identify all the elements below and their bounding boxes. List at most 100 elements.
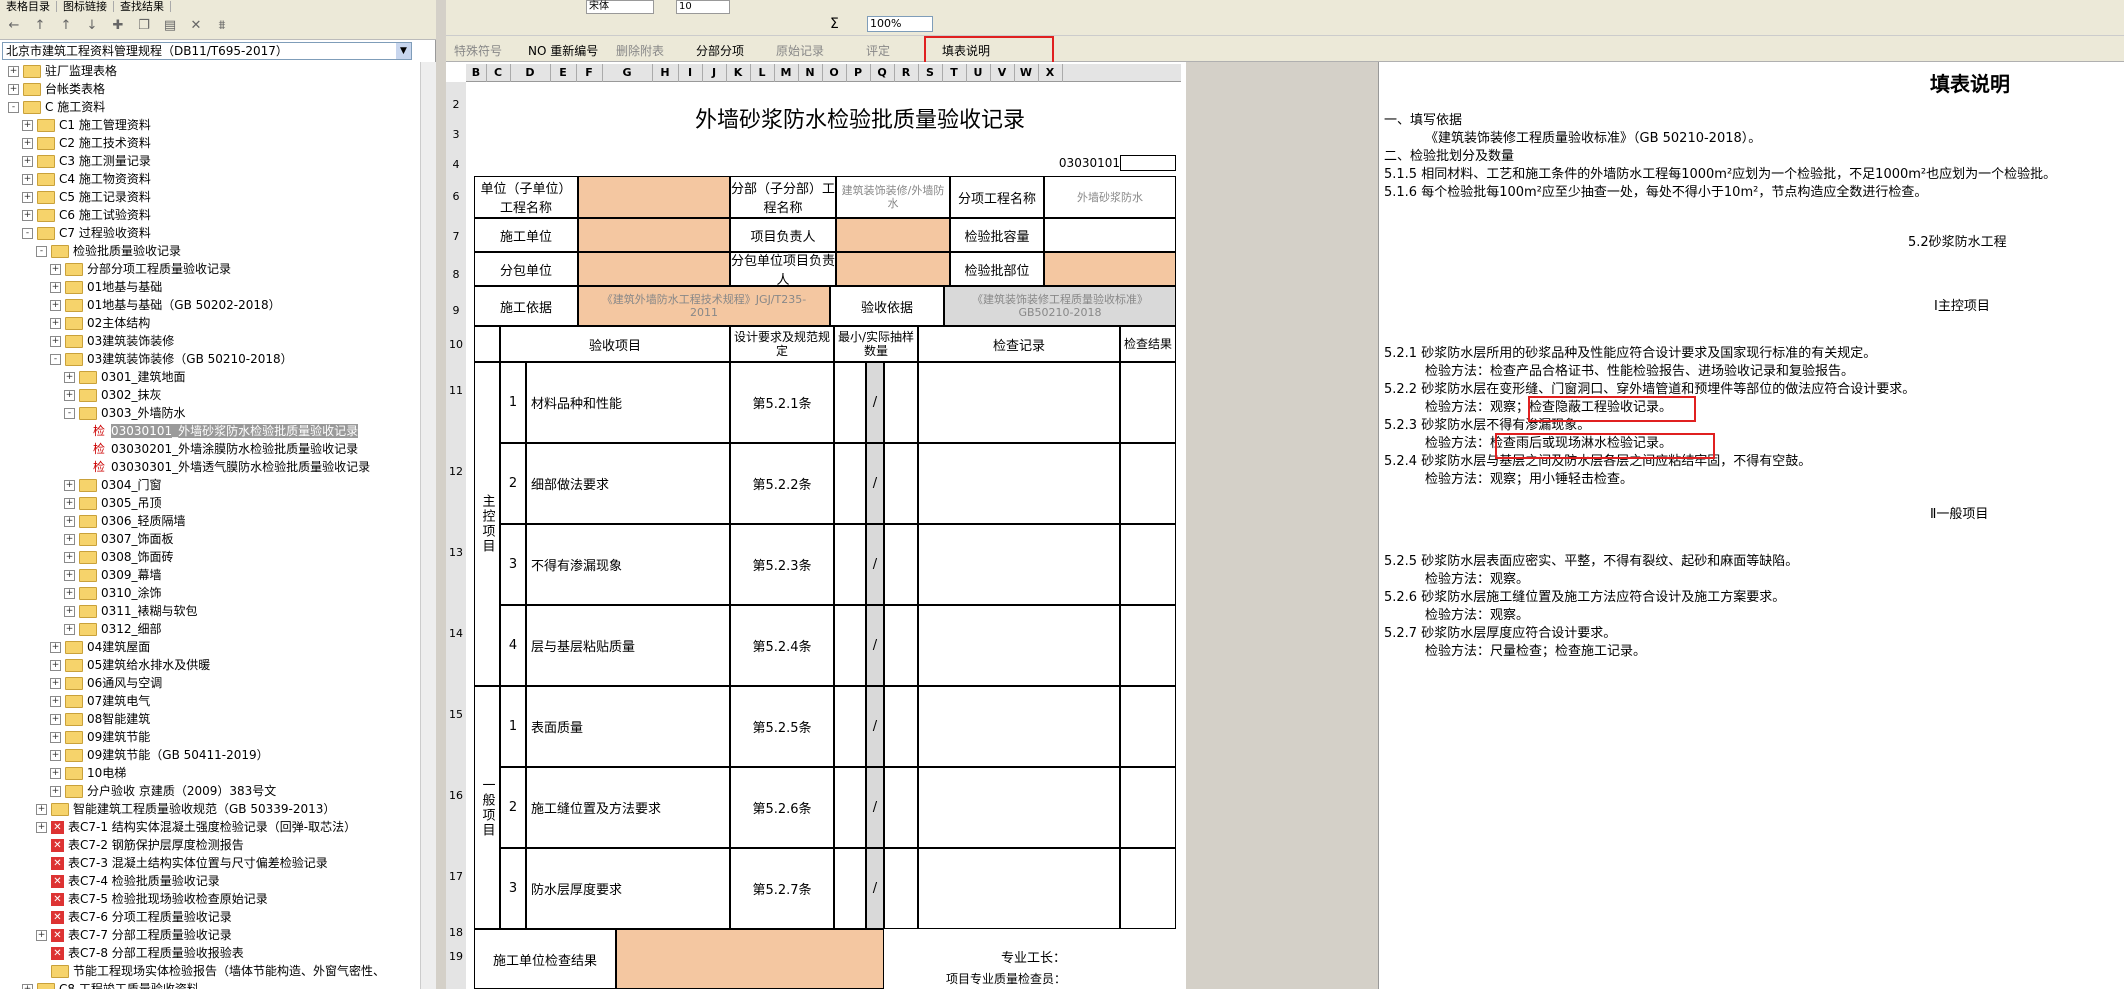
- qc-label[interactable]: 项目专业质量检查员：: [884, 968, 1070, 989]
- item-record[interactable]: [918, 686, 1120, 767]
- special-symbol-button[interactable]: 特殊符号: [454, 42, 502, 59]
- item-result[interactable]: [1120, 848, 1176, 929]
- item-rule[interactable]: 第5.2.6条: [730, 767, 834, 848]
- tree-item[interactable]: 检 03030301_外墙透气膜防水检验批质量验收记录: [78, 458, 370, 476]
- item-result[interactable]: [1120, 767, 1176, 848]
- item-sample-min[interactable]: [834, 524, 866, 605]
- header-blank[interactable]: [474, 326, 500, 362]
- row-header-cell[interactable]: 19: [446, 950, 466, 964]
- expand-icon[interactable]: +: [50, 732, 61, 743]
- row-header-cell[interactable]: 7: [446, 230, 466, 244]
- subcontractor-manager-label[interactable]: 分包单位项目负责人: [730, 252, 836, 286]
- tree-item[interactable]: +0310_涂饰: [64, 584, 162, 602]
- item-name[interactable]: 不得有渗漏现象: [526, 524, 730, 605]
- delete-attachment-button[interactable]: 删除附表: [616, 42, 664, 59]
- arrow-left-icon[interactable]: ←: [4, 16, 24, 36]
- expand-icon[interactable]: +: [22, 156, 33, 167]
- item-result[interactable]: [1120, 686, 1176, 767]
- collapse-icon[interactable]: -: [22, 228, 33, 239]
- unit-name-label[interactable]: 单位（子单位）工程名称: [474, 176, 578, 218]
- form-code[interactable]: 03030101: [1050, 155, 1120, 171]
- item-number[interactable]: 4: [500, 605, 526, 686]
- contractor-check-result[interactable]: 施工单位检查结果: [474, 929, 616, 989]
- tree-item[interactable]: + ✕ 表C7-1 结构实体混凝土强度检验记录（回弹-取芯法）: [36, 818, 356, 836]
- item-sample-slash[interactable]: /: [866, 848, 884, 929]
- tree-item[interactable]: + 分户验收 京建质（2009）383号文: [50, 782, 276, 800]
- delete-icon[interactable]: ✕: [186, 16, 206, 36]
- item-sample-actual[interactable]: [884, 848, 918, 929]
- tree-item[interactable]: +0304_门窗: [64, 476, 162, 494]
- expand-icon[interactable]: +: [22, 210, 33, 221]
- item-sample-actual[interactable]: [884, 524, 918, 605]
- item-record[interactable]: [918, 767, 1120, 848]
- expand-icon[interactable]: +: [22, 120, 33, 131]
- tree-scrollbar[interactable]: [420, 62, 436, 989]
- item-sample-min[interactable]: [834, 605, 866, 686]
- expand-icon[interactable]: +: [64, 588, 75, 599]
- item-name[interactable]: 细部做法要求: [526, 443, 730, 524]
- batch-capacity-label[interactable]: 检验批容量: [950, 218, 1044, 252]
- item-result[interactable]: [1120, 605, 1176, 686]
- expand-icon[interactable]: +: [50, 696, 61, 707]
- expand-icon[interactable]: +: [36, 930, 47, 941]
- tree-item[interactable]: +0312_细部: [64, 620, 162, 638]
- header-sample-count[interactable]: 最小/实际抽样数量: [834, 326, 918, 362]
- expand-icon[interactable]: +: [64, 552, 75, 563]
- tree-item[interactable]: +0301_建筑地面: [64, 368, 186, 386]
- subcontractor-label[interactable]: 分包单位: [474, 252, 578, 286]
- batch-part-value[interactable]: [1044, 252, 1176, 286]
- column-header-cell[interactable]: M: [774, 64, 799, 82]
- tree-item[interactable]: +02主体结构: [50, 314, 150, 332]
- row-header-cell[interactable]: 8: [446, 268, 466, 282]
- item-rule[interactable]: 第5.2.5条: [730, 686, 834, 767]
- tree-item[interactable]: ✕ 表C7-3 混凝土结构实体位置与尺寸偏差检验记录: [36, 854, 328, 872]
- tree-item[interactable]: ✕ 表C7-5 检验批现场验收检查原始记录: [36, 890, 268, 908]
- tree-item[interactable]: - 0303_外墙防水: [64, 404, 186, 422]
- assess-button[interactable]: 评定: [866, 42, 890, 59]
- collapse-icon[interactable]: -: [36, 246, 47, 257]
- subsection-button[interactable]: 分部分项: [696, 42, 744, 59]
- division-name-value[interactable]: 建筑装饰装修/外墙防水: [836, 176, 950, 218]
- item-result[interactable]: [1120, 524, 1176, 605]
- tree-item[interactable]: +09建筑节能（GB 50411-2019）: [50, 746, 269, 764]
- tree-item[interactable]: - C 施工资料: [8, 98, 105, 116]
- item-rule[interactable]: 第5.2.3条: [730, 524, 834, 605]
- tree-item[interactable]: + 智能建筑工程质量验收规范（GB 50339-2013）: [36, 800, 335, 818]
- column-header-cell[interactable]: P: [846, 64, 871, 82]
- column-header-cell[interactable]: J: [702, 64, 727, 82]
- division-name-label[interactable]: 分部（子分部）工程名称: [730, 176, 836, 218]
- header-design-requirement[interactable]: 设计要求及规范规定: [730, 326, 834, 362]
- tree-item[interactable]: +0306_轻质隔墙: [64, 512, 186, 530]
- tree-item[interactable]: +0302_抹灰: [64, 386, 162, 404]
- column-header-cell[interactable]: X: [1038, 64, 1063, 82]
- tree-item[interactable]: +0307_饰面板: [64, 530, 174, 548]
- column-header-cell[interactable]: W: [1014, 64, 1039, 82]
- tree-item[interactable]: ✕ 表C7-4 检验批质量验收记录: [36, 872, 220, 890]
- tree-item[interactable]: - 03建筑装饰装修（GB 50210-2018）: [50, 350, 293, 368]
- item-record[interactable]: [918, 443, 1120, 524]
- tree-item[interactable]: +04建筑屋面: [50, 638, 150, 656]
- tree-item[interactable]: ✕ 表C7-8 分部工程质量验收报验表: [36, 944, 244, 962]
- tree-item[interactable]: + C3 施工测量记录: [22, 152, 151, 170]
- item-record[interactable]: [918, 848, 1120, 929]
- original-record-button[interactable]: 原始记录: [776, 42, 824, 59]
- column-header-cell[interactable]: C: [486, 64, 511, 82]
- contractor-label[interactable]: 施工单位: [474, 218, 578, 252]
- batch-capacity-value[interactable]: [1044, 218, 1176, 252]
- tree-item[interactable]: + 分部分项工程质量验收记录: [50, 260, 231, 278]
- row-header-cell[interactable]: 6: [446, 190, 466, 204]
- tree-item[interactable]: +01地基与基础（GB 50202-2018）: [50, 296, 281, 314]
- item-sample-slash[interactable]: /: [866, 605, 884, 686]
- item-sample-actual[interactable]: [884, 362, 918, 443]
- tab-search-results[interactable]: 查找结果: [114, 1, 171, 12]
- item-number[interactable]: 1: [500, 686, 526, 767]
- expand-icon[interactable]: +: [64, 516, 75, 527]
- subitem-name-value[interactable]: 外墙砂浆防水: [1044, 176, 1176, 218]
- expand-icon[interactable]: +: [64, 372, 75, 383]
- column-header-cell[interactable]: O: [822, 64, 847, 82]
- tree-item[interactable]: + ✕ 表C7-7 分部工程质量验收记录: [36, 926, 232, 944]
- right-splitter[interactable]: [1370, 62, 1378, 989]
- column-header-cell[interactable]: Q: [870, 64, 895, 82]
- expand-icon[interactable]: +: [22, 192, 33, 203]
- tree-item[interactable]: +0309_幕墙: [64, 566, 162, 584]
